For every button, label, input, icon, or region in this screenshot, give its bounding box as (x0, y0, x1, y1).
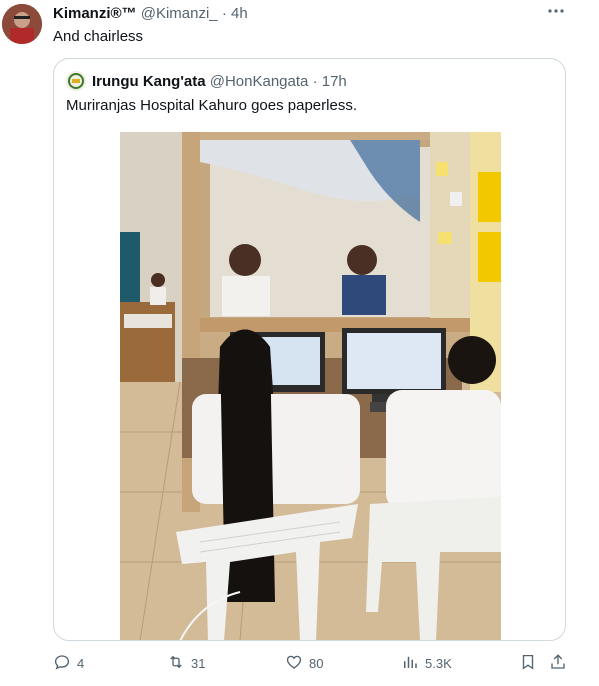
tweet-actions: 4 31 80 5.3K (53, 652, 573, 676)
views-icon (401, 653, 425, 676)
like-button[interactable]: 80 (285, 652, 323, 676)
views-button[interactable]: 5.3K (401, 652, 452, 676)
author-avatar[interactable] (2, 4, 42, 44)
quoted-dot-separator: · (312, 72, 318, 90)
quoted-photo[interactable] (120, 132, 501, 640)
share-button[interactable] (549, 652, 573, 676)
tweet-time[interactable]: 4h (231, 5, 248, 22)
quoted-time: 17h (321, 72, 347, 90)
quoted-tweet[interactable]: Irungu Kang'ata @HonKangata · 17h Murira… (53, 58, 566, 641)
tweet-header: Kimanzi®™ @Kimanzi_ · 4h (53, 5, 248, 22)
author-handle[interactable]: @Kimanzi_ (141, 5, 218, 22)
quoted-header: Irungu Kang'ata @HonKangata · 17h (66, 71, 347, 91)
retweet-icon (167, 653, 191, 676)
quoted-avatar[interactable] (66, 71, 86, 91)
bookmark-icon (519, 653, 543, 676)
reply-count: 4 (77, 656, 85, 671)
like-count: 80 (309, 656, 324, 671)
quoted-author-handle[interactable]: @HonKangata (210, 73, 309, 90)
reply-icon (53, 653, 77, 676)
retweet-count: 31 (191, 656, 206, 671)
tweet[interactable]: Kimanzi®™ @Kimanzi_ · 4h And chairless I… (0, 0, 599, 686)
reply-button[interactable]: 4 (53, 652, 84, 676)
tweet-text: And chairless (53, 28, 144, 45)
retweet-button[interactable]: 31 (167, 652, 205, 676)
bookmark-button[interactable] (519, 652, 543, 676)
views-count: 5.3K (425, 656, 452, 671)
quoted-author-name[interactable]: Irungu Kang'ata (92, 73, 206, 90)
like-icon (285, 653, 309, 676)
more-icon[interactable] (547, 2, 565, 25)
share-icon (549, 653, 573, 676)
quoted-text: Muriranjas Hospital Kahuro goes paperles… (66, 97, 357, 114)
author-name[interactable]: Kimanzi®™ (53, 5, 137, 22)
dot-separator: · (221, 5, 227, 22)
